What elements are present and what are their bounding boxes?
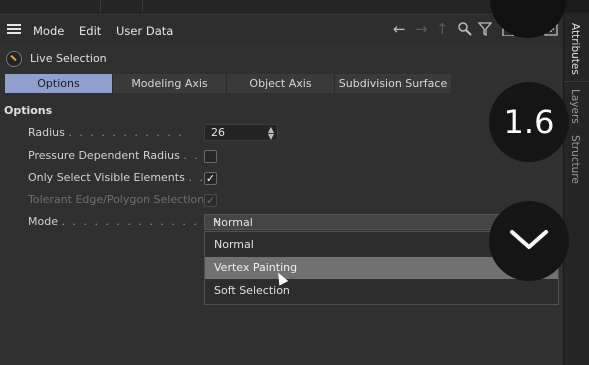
zoom-overlay: 1.6 bbox=[489, 82, 569, 162]
menu-mode[interactable]: Mode bbox=[33, 24, 64, 38]
menu-bar: Mode Edit User Data ← → ↑ bbox=[0, 13, 563, 45]
tab-modeling-axis[interactable]: Modeling Axis bbox=[113, 74, 227, 93]
section-title: Options bbox=[4, 104, 53, 117]
divider bbox=[100, 0, 101, 12]
tab-options[interactable]: Options bbox=[5, 74, 113, 93]
tolerant-selection-label: Tolerant Edge/Polygon Selection bbox=[28, 193, 205, 206]
pressure-radius-label: Pressure Dependent Radius . . bbox=[28, 149, 200, 162]
divider bbox=[142, 0, 143, 12]
live-selection-icon bbox=[6, 51, 22, 67]
visible-elements-label: Only Select Visible Elements . . bbox=[28, 171, 205, 184]
sidebar-tab-attributes[interactable]: Attributes bbox=[569, 23, 581, 75]
menu-edit[interactable]: Edit bbox=[79, 24, 101, 38]
right-sidebar: Attributes Layers Structure bbox=[563, 13, 589, 365]
mode-label: Mode . . . . . . . . . . . . . . bbox=[28, 215, 210, 228]
tab-bar: Options Modeling Axis Object Axis Subdiv… bbox=[5, 74, 451, 93]
hamburger-menu-icon[interactable] bbox=[7, 24, 21, 34]
divider bbox=[564, 81, 589, 82]
tool-header: Live Selection bbox=[0, 47, 563, 71]
tab-object-axis[interactable]: Object Axis bbox=[227, 74, 335, 93]
search-icon[interactable] bbox=[458, 22, 472, 36]
dropdown-option-soft-selection[interactable]: Soft Selection bbox=[205, 280, 558, 302]
pressure-radius-checkbox[interactable] bbox=[204, 150, 217, 163]
arrow-left-icon[interactable]: ← bbox=[393, 21, 406, 37]
chevron-down-icon bbox=[510, 230, 548, 249]
dropdown-overlay bbox=[489, 201, 569, 281]
sidebar-tab-layers[interactable]: Layers bbox=[569, 89, 581, 124]
radius-stepper-icon[interactable]: ▲ ▼ bbox=[268, 126, 274, 141]
menu-user-data[interactable]: User Data bbox=[116, 24, 173, 38]
visible-elements-checkbox[interactable]: ✓ bbox=[204, 172, 217, 185]
tool-title: Live Selection bbox=[30, 52, 107, 65]
radius-input[interactable]: 26 ▲ ▼ bbox=[204, 124, 278, 141]
radius-label: Radius . . . . . . . . . . . bbox=[28, 126, 184, 139]
tolerant-selection-checkbox: ✓ bbox=[204, 194, 217, 207]
arrow-right-icon[interactable]: → bbox=[415, 21, 428, 37]
tab-subdivision-surface[interactable]: Subdivision Surface bbox=[335, 74, 451, 93]
sidebar-tab-structure[interactable]: Structure bbox=[569, 135, 581, 184]
filter-icon[interactable] bbox=[478, 22, 492, 36]
arrow-up-icon[interactable]: ↑ bbox=[436, 21, 449, 37]
